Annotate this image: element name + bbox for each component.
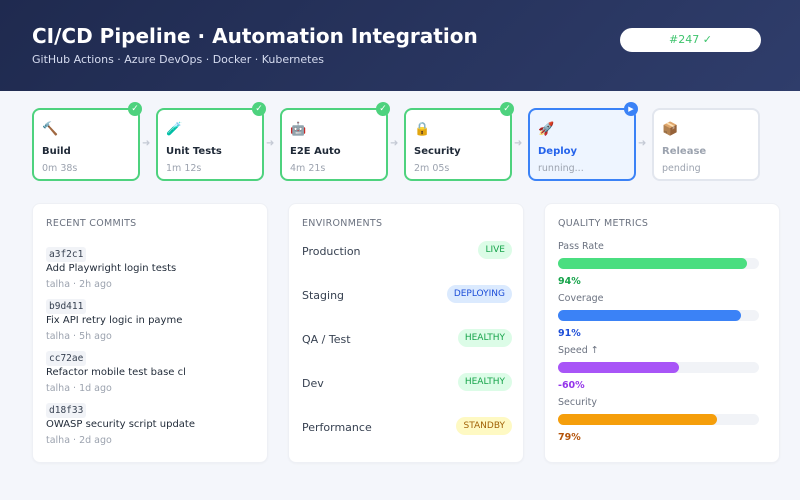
environment-name: Dev bbox=[302, 377, 324, 390]
metric-bar-track bbox=[558, 362, 759, 373]
stage-name: Build bbox=[42, 146, 71, 157]
commit-meta: talha · 2h ago bbox=[46, 279, 112, 290]
metric-value: 91% bbox=[558, 328, 581, 339]
metric-bar-fill bbox=[558, 310, 741, 321]
header: CI/CD Pipeline · Automation Integration … bbox=[0, 0, 800, 91]
environment-row[interactable]: Staging DEPLOYING bbox=[302, 285, 512, 307]
commit-message: OWASP security script update bbox=[46, 419, 195, 430]
arrow-icon: ➜ bbox=[266, 138, 275, 149]
environment-name: Performance bbox=[302, 421, 372, 434]
environments-card: ENVIRONMENTS Production LIVE Staging DEPLOY… bbox=[288, 203, 524, 463]
stage-name: Deploy bbox=[538, 146, 578, 157]
commit-hash[interactable]: a3f2c1 bbox=[46, 247, 87, 262]
arrow-icon: ➜ bbox=[514, 138, 523, 149]
commit-item[interactable]: d18f33 OWASP security script update talha … bbox=[46, 398, 195, 446]
card-title: ENVIRONMENTS bbox=[302, 218, 383, 229]
environment-status-badge: LIVE bbox=[478, 241, 512, 259]
commit-message: Refactor mobile test base cl bbox=[46, 367, 186, 378]
check-icon: ✓ bbox=[128, 102, 142, 116]
metric-label: Speed ↑ bbox=[558, 345, 599, 356]
card-title: RECENT COMMITS bbox=[46, 218, 137, 229]
metric-bar-track bbox=[558, 310, 759, 321]
environment-status-badge: HEALTHY bbox=[457, 329, 512, 347]
page-subtitle: GitHub Actions · Azure DevOps · Docker ·… bbox=[32, 53, 324, 66]
stage-duration: 0m 38s bbox=[42, 163, 78, 174]
commit-meta: talha · 1d ago bbox=[46, 383, 112, 394]
rocket-icon: 🚀 bbox=[538, 122, 555, 137]
test-tube-icon: 🧪 bbox=[166, 122, 183, 137]
commit-hash[interactable]: d18f33 bbox=[46, 403, 87, 418]
commit-hash[interactable]: b9d411 bbox=[46, 299, 87, 314]
environment-row[interactable]: Production LIVE bbox=[302, 241, 512, 263]
check-icon: ✓ bbox=[376, 102, 390, 116]
package-icon: 📦 bbox=[662, 122, 679, 137]
stage-duration: 2m 05s bbox=[414, 163, 450, 174]
commit-meta: talha · 5h ago bbox=[46, 331, 112, 342]
commit-message: Fix API retry logic in payme bbox=[46, 315, 183, 326]
metric-bar-fill bbox=[558, 414, 717, 425]
arrow-icon: ➜ bbox=[638, 138, 647, 149]
play-icon: ▶ bbox=[624, 102, 638, 116]
environment-name: QA / Test bbox=[302, 333, 351, 346]
environment-row[interactable]: Performance STANDBY bbox=[302, 417, 512, 439]
check-icon: ✓ bbox=[252, 102, 266, 116]
commit-meta: talha · 2d ago bbox=[46, 435, 112, 446]
environment-status-badge: DEPLOYING bbox=[446, 285, 512, 303]
recent-commits-card: RECENT COMMITS a3f2c1 Add Playwright logi… bbox=[32, 203, 268, 463]
commit-item[interactable]: b9d411 Fix API retry logic in payme talha … bbox=[46, 294, 182, 342]
metric-bar-track bbox=[558, 258, 759, 269]
metric-label: Security bbox=[558, 397, 598, 408]
commit-item[interactable]: cc72ae Refactor mobile test base cl talha … bbox=[46, 346, 186, 394]
lock-icon: 🔒 bbox=[414, 122, 431, 137]
environment-status-badge: HEALTHY bbox=[457, 373, 512, 391]
stage-name: Unit Tests bbox=[166, 146, 222, 157]
stage-duration: 1m 12s bbox=[166, 163, 202, 174]
environment-name: Staging bbox=[302, 289, 345, 302]
stage-build[interactable]: 🔨 Build 0m 38s ✓ bbox=[32, 102, 142, 181]
environment-row[interactable]: QA / Test HEALTHY bbox=[302, 329, 512, 351]
stage-name: Security bbox=[414, 146, 461, 157]
stage-name: E2E Auto bbox=[290, 146, 341, 157]
page-title: CI/CD Pipeline · Automation Integration bbox=[32, 24, 478, 48]
stage-release[interactable]: 📦 Release pending bbox=[652, 108, 760, 181]
commit-message: Add Playwright login tests bbox=[46, 263, 177, 274]
metric-value: 79% bbox=[558, 432, 581, 443]
stage-unit-tests[interactable]: 🧪 Unit Tests 1m 12s ✓ bbox=[156, 102, 266, 181]
stage-e2e-auto[interactable]: 🤖 E2E Auto 4m 21s ✓ bbox=[280, 102, 390, 181]
commit-item[interactable]: a3f2c1 Add Playwright login tests talha · … bbox=[46, 242, 176, 290]
hammer-icon: 🔨 bbox=[42, 122, 59, 137]
metric-label: Pass Rate bbox=[558, 241, 604, 252]
environment-row[interactable]: Dev HEALTHY bbox=[302, 373, 512, 395]
metric-bar-fill bbox=[558, 362, 679, 373]
check-icon: ✓ bbox=[500, 102, 514, 116]
metric-label: Coverage bbox=[558, 293, 604, 304]
arrow-icon: ➜ bbox=[142, 138, 151, 149]
metric-bar-fill bbox=[558, 258, 747, 269]
pipeline-stages: 🔨 Build 0m 38s ✓ ➜ 🧪 Unit Tests 1m 12s ✓ ➜ 🤖 E2E Au… bbox=[32, 102, 772, 181]
stage-duration: running... bbox=[538, 163, 584, 174]
run-status-badge[interactable]: #247 ✓ bbox=[620, 28, 761, 52]
commit-hash[interactable]: cc72ae bbox=[46, 351, 87, 366]
environment-name: Production bbox=[302, 245, 361, 258]
arrow-icon: ➜ bbox=[390, 138, 399, 149]
quality-metrics-card: QUALITY METRICS Pass Rate 94% Coverage 91% S… bbox=[544, 203, 780, 463]
metric-bar-track bbox=[558, 414, 759, 425]
card-title: QUALITY METRICS bbox=[558, 218, 649, 229]
stage-security[interactable]: 🔒 Security 2m 05s ✓ bbox=[404, 102, 514, 181]
stage-name: Release bbox=[662, 146, 707, 157]
metric-value: 94% bbox=[558, 276, 581, 287]
stage-deploy[interactable]: 🚀 Deploy running... ▶ bbox=[528, 102, 638, 181]
stage-duration: pending bbox=[662, 163, 701, 174]
environment-status-badge: STANDBY bbox=[456, 417, 512, 435]
stage-duration: 4m 21s bbox=[290, 163, 326, 174]
robot-icon: 🤖 bbox=[290, 122, 307, 137]
metric-value: -60% bbox=[558, 380, 585, 391]
